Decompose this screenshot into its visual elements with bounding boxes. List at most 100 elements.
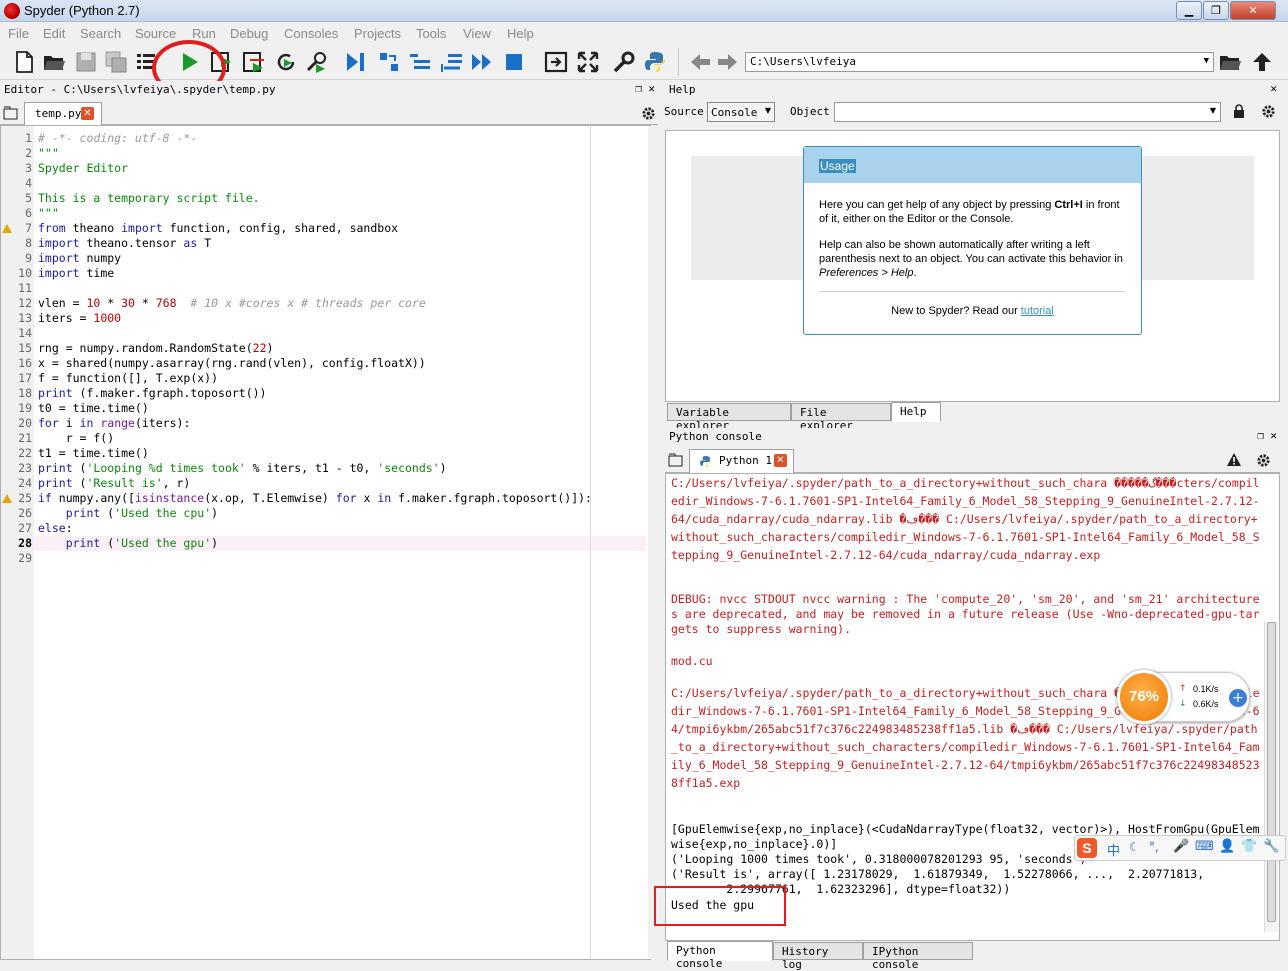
new-file-icon[interactable] <box>12 50 36 74</box>
source-combo-value: Console <box>711 106 758 119</box>
browse-tabs-icon[interactable] <box>668 453 684 467</box>
editor-pane-title: Editor - C:\Users\lvfeiya\.spyder\temp.p… <box>0 81 658 99</box>
fullscreen-icon[interactable] <box>576 50 600 74</box>
stop-debug-icon[interactable] <box>502 50 526 74</box>
browse-folder-icon[interactable] <box>1218 50 1242 74</box>
network-speed-widget[interactable]: 76% ↑ 0.1K/s ↓ 0.6K/s + <box>1117 670 1250 724</box>
console-tabbar: Python 1 ✕ <box>665 447 1280 473</box>
open-folder-icon[interactable] <box>42 50 66 74</box>
microphone-icon[interactable]: 🎤 <box>1173 839 1189 854</box>
user-icon[interactable]: 👤 <box>1219 839 1235 854</box>
back-arrow-icon[interactable] <box>688 50 712 74</box>
object-combo[interactable]: ▼ <box>834 102 1221 122</box>
code-editor[interactable]: 1 2 3 4 5 6 7 8 9 10 11 12 13 14 15 16 17 18 19 20 21 22 23 24 2… <box>0 125 651 960</box>
undock-icon[interactable]: ❐ <box>1257 429 1264 442</box>
shirt-icon[interactable]: 👕 <box>1241 839 1257 854</box>
line-number: 26 <box>18 506 32 520</box>
usage-divider <box>819 291 1125 292</box>
gear-icon[interactable] <box>1261 104 1276 119</box>
close-pane-icon[interactable]: ✕ <box>1270 429 1277 442</box>
close-tab-icon[interactable]: ✕ <box>81 107 94 120</box>
menu-file[interactable]: File <box>8 26 29 41</box>
gear-icon[interactable] <box>641 106 656 121</box>
forward-arrow-icon[interactable] <box>716 50 740 74</box>
moon-icon[interactable]: ☾ <box>1129 840 1140 854</box>
editor-tab-temp-py[interactable]: temp.py ✕ <box>24 102 102 125</box>
punctuation-icon[interactable]: °, <box>1149 840 1159 854</box>
code-line: # -*- coding: utf-8 -*- <box>38 131 198 145</box>
menu-edit[interactable]: Edit <box>43 26 65 41</box>
warning-icon[interactable] <box>2 224 12 233</box>
line-number: 19 <box>18 401 32 415</box>
parent-directory-icon[interactable] <box>1250 50 1274 74</box>
gear-icon[interactable] <box>1256 453 1271 468</box>
wrench-icon[interactable]: 🔧 <box>1263 839 1279 854</box>
sogou-logo-icon[interactable]: S <box>1077 838 1097 858</box>
help-pane-title-text: Help <box>669 83 696 96</box>
menu-debug[interactable]: Debug <box>230 26 268 41</box>
code-line: from theano import function, config, sha… <box>38 221 399 235</box>
tab-ipython-console[interactable]: IPython console <box>863 942 973 971</box>
console-scrollbar[interactable] <box>1264 622 1278 932</box>
rerun-icon[interactable] <box>274 50 298 74</box>
working-directory-combo[interactable]: C:\Users\lvfeiya ▼ <box>745 52 1214 72</box>
line-number: 9 <box>25 251 32 265</box>
ime-toolbar[interactable]: S 中 ☾ °, 🎤 ⌨ 👤 👕 🔧 <box>1074 835 1286 861</box>
debug-icon[interactable] <box>344 50 368 74</box>
plus-icon[interactable]: + <box>1229 689 1247 707</box>
ime-chinese-mode[interactable]: 中 <box>1107 840 1120 859</box>
menu-run[interactable]: Run <box>192 26 216 41</box>
warning-icon[interactable] <box>1227 453 1241 466</box>
lock-icon[interactable] <box>1233 104 1245 118</box>
tutorial-link[interactable]: tutorial <box>1021 305 1054 317</box>
continue-icon[interactable] <box>470 50 494 74</box>
memory-usage-ball: 76% <box>1117 670 1171 724</box>
editor-scrollbar[interactable] <box>648 126 651 959</box>
menu-view[interactable]: View <box>463 26 491 41</box>
menu-tools[interactable]: Tools <box>416 26 446 41</box>
python-path-icon[interactable] <box>643 50 667 74</box>
menu-search[interactable]: Search <box>80 26 121 41</box>
menu-help[interactable]: Help <box>507 26 534 41</box>
undock-icon[interactable]: ❐ <box>635 82 642 95</box>
tab-variable-explorer[interactable]: Variable explorer <box>667 403 791 432</box>
menu-source[interactable]: Source <box>135 26 176 41</box>
code-line: """ <box>38 146 59 160</box>
tab-python-console[interactable]: Python console <box>667 941 773 970</box>
close-pane-icon[interactable]: ✕ <box>648 82 655 95</box>
code-line: import theano.tensor as T <box>38 236 212 250</box>
step-icon[interactable] <box>377 50 401 74</box>
step-return-icon[interactable] <box>440 50 464 74</box>
line-number: 21 <box>18 431 32 445</box>
save-all-icon[interactable] <box>104 50 128 74</box>
minimize-button[interactable]: ▁ <box>1176 1 1202 20</box>
console-scrollbar-thumb[interactable] <box>1267 622 1276 922</box>
save-icon[interactable] <box>74 50 98 74</box>
browse-tabs-icon[interactable] <box>3 106 19 120</box>
close-pane-icon[interactable]: ✕ <box>1270 82 1277 95</box>
close-tab-icon[interactable]: ✕ <box>774 454 787 467</box>
tab-history-log[interactable]: History log <box>773 942 863 971</box>
close-window-button[interactable]: ✕ <box>1230 1 1276 20</box>
keyboard-icon[interactable]: ⌨ <box>1195 839 1214 854</box>
source-combo[interactable]: Console ▼ <box>707 102 775 122</box>
maximize-pane-icon[interactable] <box>544 50 568 74</box>
step-into-icon[interactable] <box>408 50 432 74</box>
preferences-wrench-icon[interactable] <box>612 50 636 74</box>
restore-button[interactable]: ❐ <box>1203 1 1229 20</box>
python-icon <box>700 456 711 467</box>
line-number-gutter: 1 2 3 4 5 6 7 8 9 10 11 12 13 14 15 16 17 18 19 20 21 22 23 24 2… <box>1 126 34 959</box>
help-content: Usage Here you can get help of any objec… <box>665 130 1280 402</box>
tab-help[interactable]: Help <box>891 402 941 422</box>
warning-icon[interactable] <box>2 494 12 503</box>
line-number: 13 <box>18 311 32 325</box>
console-bottom-tabbar: Python console History log IPython conso… <box>665 941 1280 971</box>
run-config-icon[interactable] <box>304 50 328 74</box>
menu-consoles[interactable]: Consoles <box>284 26 338 41</box>
editor-pane-title-text: Editor - C:\Users\lvfeiya\.spyder\temp.p… <box>4 83 276 96</box>
run-cell-advance-icon[interactable] <box>242 50 266 74</box>
menu-projects[interactable]: Projects <box>354 26 401 41</box>
console-tab-python-1[interactable]: Python 1 ✕ <box>689 449 794 473</box>
code-line: """ <box>38 206 59 220</box>
tab-file-explorer[interactable]: File explorer <box>791 403 891 432</box>
